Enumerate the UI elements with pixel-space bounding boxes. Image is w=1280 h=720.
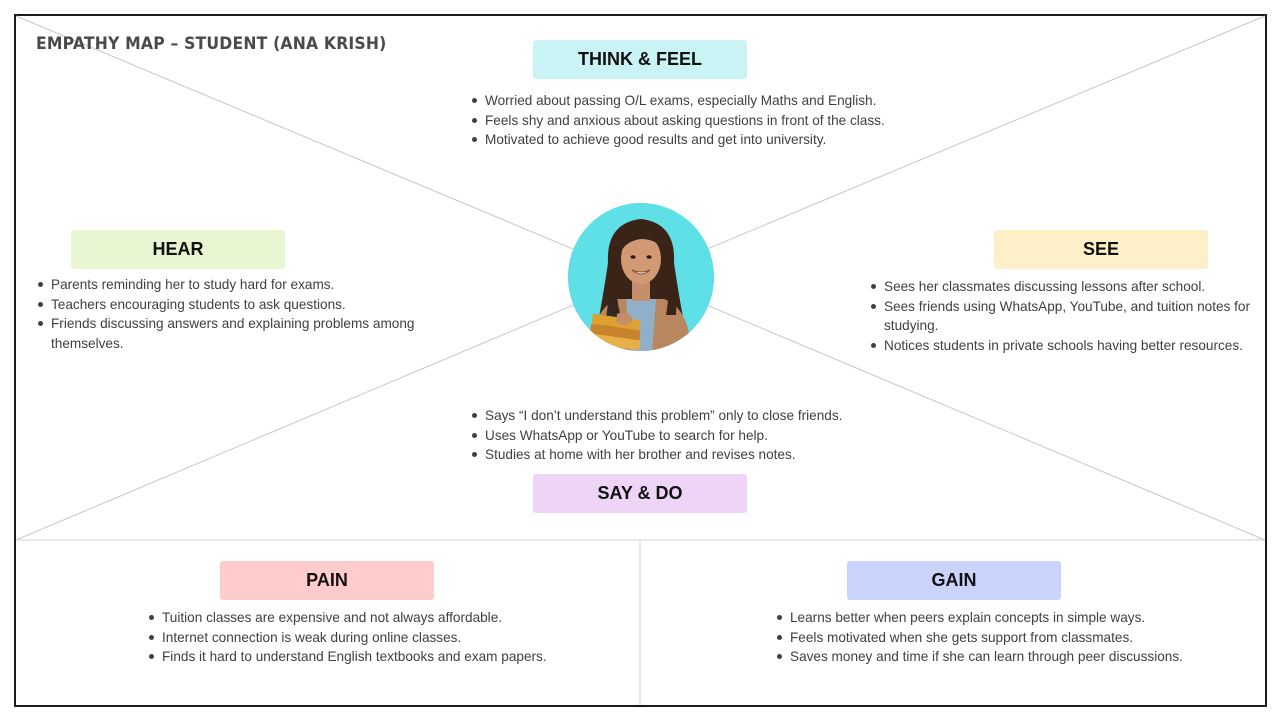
list-item: Finds it hard to understand English text… [147,647,617,667]
see-label: SEE [994,230,1208,269]
list-item: Friends discussing answers and explainin… [36,314,446,353]
list-item: Feels motivated when she gets support fr… [775,628,1245,648]
list-item: Tuition classes are expensive and not al… [147,608,617,628]
list-item: Worried about passing O/L exams, especia… [470,91,930,111]
list-item: Studies at home with her brother and rev… [470,445,890,465]
pain-list: Tuition classes are expensive and not al… [147,608,617,667]
think-feel-label: THINK & FEEL [533,40,747,79]
hear-label: HEAR [71,230,285,269]
say-do-list: Says “I don’t understand this problem” o… [470,406,890,465]
list-item: Says “I don’t understand this problem” o… [470,406,890,426]
list-item: Parents reminding her to study hard for … [36,275,446,295]
list-item: Uses WhatsApp or YouTube to search for h… [470,426,890,446]
think-feel-list: Worried about passing O/L exams, especia… [470,91,930,150]
say-do-label: SAY & DO [533,474,747,513]
list-item: Sees her classmates discussing lessons a… [869,277,1264,297]
page-title: EMPATHY MAP – STUDENT (ANA KRISH) [36,34,387,54]
gain-label: GAIN [847,561,1061,600]
see-list: Sees her classmates discussing lessons a… [869,277,1264,355]
gain-list: Learns better when peers explain concept… [775,608,1245,667]
hear-list: Parents reminding her to study hard for … [36,275,446,353]
student-portrait-icon [568,203,714,351]
list-item: Notices students in private schools havi… [869,336,1264,356]
list-item: Teachers encouraging students to ask que… [36,295,446,315]
list-item: Sees friends using WhatsApp, YouTube, an… [869,297,1264,336]
list-item: Learns better when peers explain concept… [775,608,1245,628]
pain-label: PAIN [220,561,434,600]
list-item: Feels shy and anxious about asking quest… [470,111,930,131]
list-item: Internet connection is weak during onlin… [147,628,617,648]
list-item: Saves money and time if she can learn th… [775,647,1245,667]
list-item: Motivated to achieve good results and ge… [470,130,930,150]
